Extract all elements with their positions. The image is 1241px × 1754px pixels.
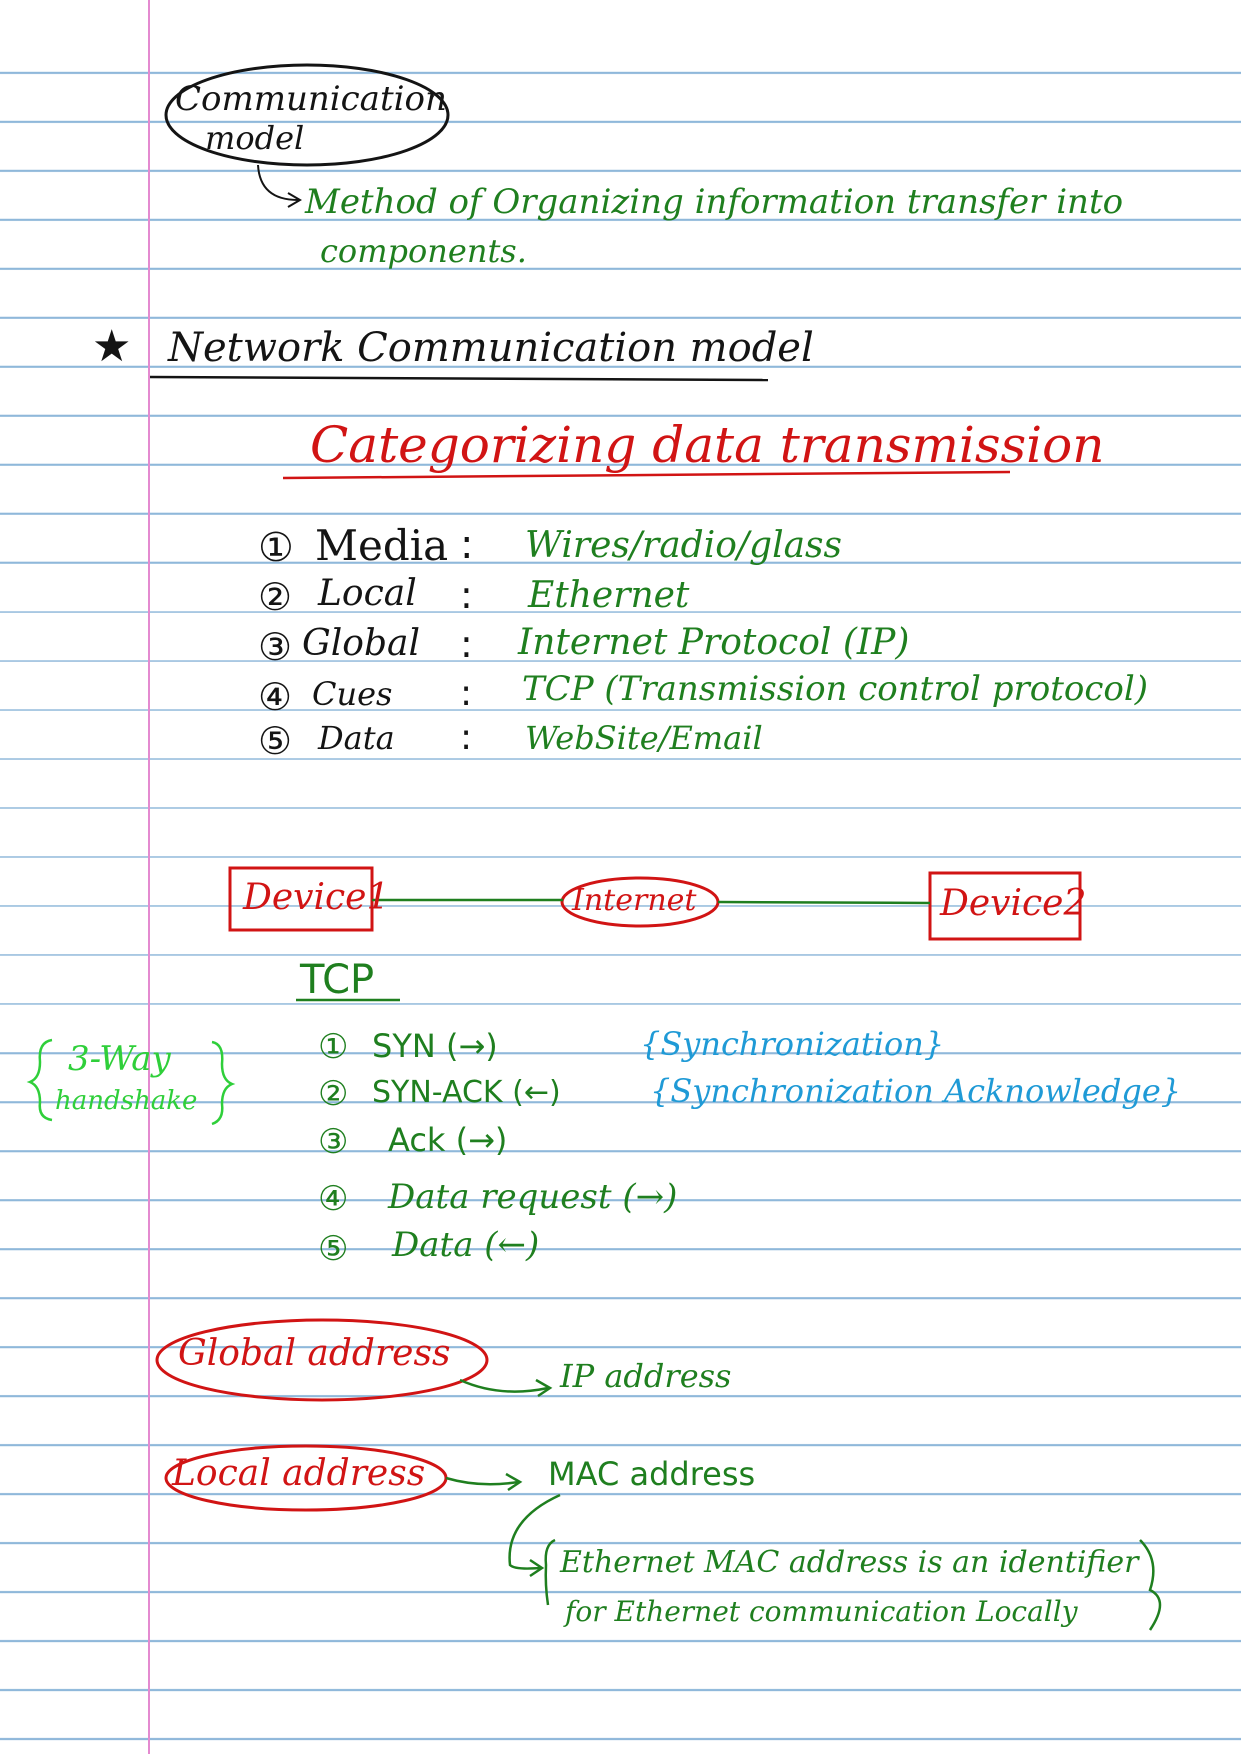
mac-note-line2: for Ethernet communication Locally bbox=[565, 1595, 1078, 1628]
local-arrow bbox=[445, 1476, 519, 1486]
step-text: Data (←) bbox=[392, 1225, 540, 1265]
item-separator: : bbox=[460, 717, 473, 758]
item-number: ③ bbox=[258, 625, 293, 669]
item-number: ② bbox=[258, 575, 293, 619]
step-number: ⑤ bbox=[318, 1229, 349, 1269]
definition-line2: components. bbox=[320, 232, 527, 270]
handshake-brace-left bbox=[26, 1038, 53, 1122]
global-arrow bbox=[459, 1378, 549, 1393]
step-note: {Synchronization Acknowledge} bbox=[650, 1072, 1182, 1110]
bubble-line1: Communication bbox=[175, 79, 447, 119]
handshake-line2: handshake bbox=[55, 1086, 198, 1116]
item-separator: : bbox=[460, 673, 473, 714]
global-address-label: Global address bbox=[178, 1333, 451, 1374]
step-number: ② bbox=[318, 1074, 349, 1114]
mac-note-brace-left bbox=[544, 1538, 556, 1606]
step-note: {Synchronization} bbox=[640, 1025, 945, 1063]
definition-line1: Method of Organizing information transfe… bbox=[305, 182, 1124, 222]
global-address-value: IP address bbox=[560, 1357, 732, 1395]
local-address-label: Local address bbox=[172, 1453, 426, 1494]
bubble-line2: model bbox=[205, 119, 305, 157]
step-text: Data request (→) bbox=[388, 1177, 678, 1217]
section-title: Network Communication model bbox=[168, 325, 814, 371]
item-name: Media bbox=[315, 521, 449, 570]
step-text: SYN (→) bbox=[372, 1027, 498, 1065]
section-title-underline bbox=[149, 375, 769, 382]
link-internet-device2 bbox=[717, 900, 931, 905]
item-name: Data bbox=[318, 719, 395, 757]
item-number: ⑤ bbox=[258, 719, 293, 763]
mac-note-brace-right bbox=[1139, 1539, 1162, 1631]
item-separator: : bbox=[460, 522, 474, 568]
tcp-title: TCP bbox=[300, 957, 375, 1003]
device2-label: Device2 bbox=[940, 883, 1087, 924]
internet-label: Internet bbox=[572, 883, 697, 918]
item-name: Cues bbox=[312, 675, 393, 713]
step-text: Ack (→) bbox=[388, 1121, 508, 1159]
handshake-brace-right bbox=[211, 1040, 236, 1126]
item-value: Ethernet bbox=[528, 575, 690, 616]
item-value: TCP (Transmission control protocol) bbox=[522, 669, 1148, 709]
step-number: ① bbox=[318, 1027, 349, 1067]
item-separator: : bbox=[460, 622, 473, 666]
categorizing-title: Categorizing data transmission bbox=[310, 416, 1105, 474]
item-name: Local bbox=[318, 573, 417, 614]
item-name: Global bbox=[302, 623, 420, 664]
mac-note-line1: Ethernet MAC address is an identifier bbox=[560, 1545, 1139, 1580]
step-number: ③ bbox=[318, 1122, 349, 1162]
item-value: Wires/radio/glass bbox=[525, 525, 843, 566]
step-text: SYN-ACK (←) bbox=[372, 1075, 561, 1110]
item-separator: : bbox=[460, 573, 473, 617]
step-number: ④ bbox=[318, 1179, 349, 1219]
star-icon: ★ bbox=[92, 321, 132, 372]
item-value: WebSite/Email bbox=[525, 719, 763, 757]
handshake-line1: 3-Way bbox=[68, 1039, 171, 1079]
item-number: ④ bbox=[258, 675, 293, 719]
mac-note-arrow bbox=[508, 1493, 561, 1570]
item-value: Internet Protocol (IP) bbox=[518, 622, 910, 663]
local-address-value: MAC address bbox=[548, 1455, 756, 1493]
item-number: ① bbox=[258, 525, 294, 571]
device1-label: Device1 bbox=[243, 877, 390, 918]
